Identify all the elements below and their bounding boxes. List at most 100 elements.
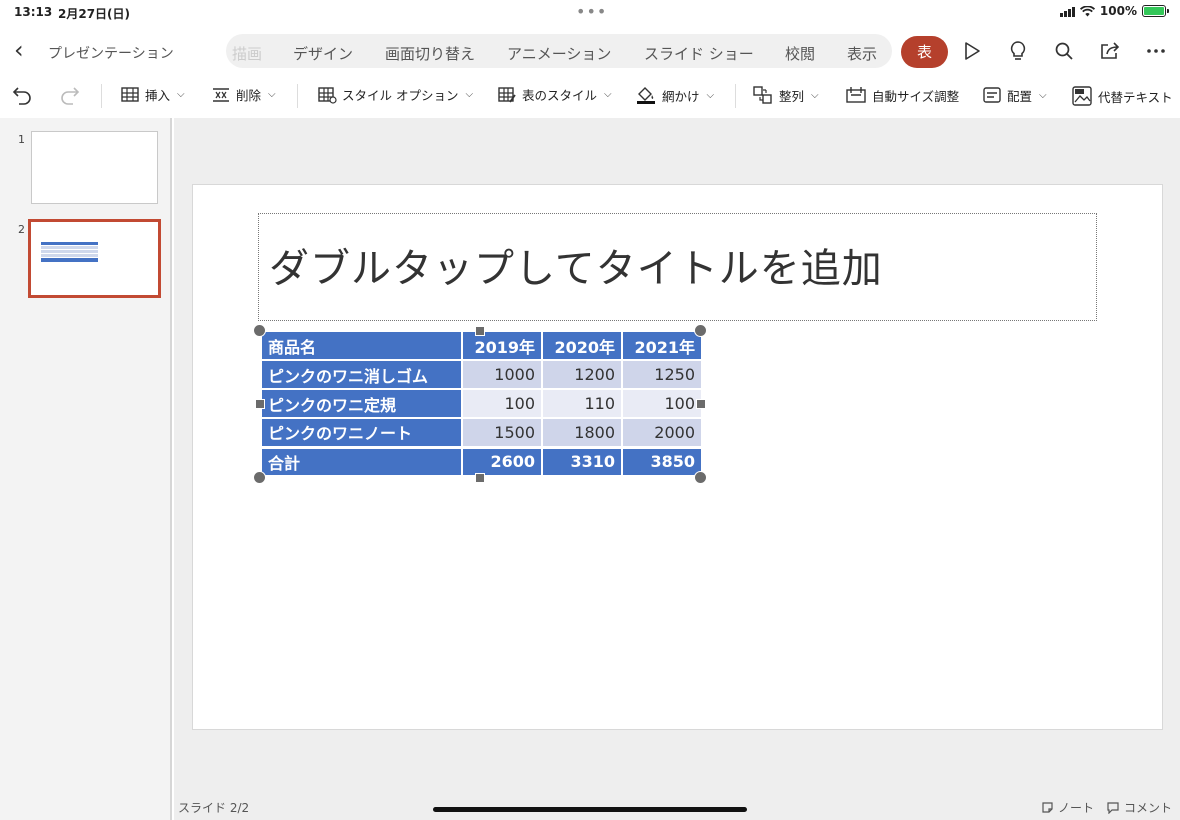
- multitask-dots-icon[interactable]: •••: [576, 2, 607, 21]
- tab-design[interactable]: デザイン: [293, 43, 353, 64]
- lightbulb-icon[interactable]: [1005, 38, 1031, 64]
- table-total-cell[interactable]: 2600: [461, 445, 543, 477]
- home-indicator[interactable]: [433, 807, 747, 812]
- table-total-cell[interactable]: 3850: [621, 445, 703, 477]
- style-options-label: スタイル オプション: [342, 88, 459, 103]
- table-header-cell[interactable]: 2021年: [621, 330, 703, 361]
- table-total-cell[interactable]: 3310: [541, 445, 623, 477]
- tab-animations[interactable]: アニメーション: [507, 43, 611, 64]
- table-row: ピンクのワニ定規 100 110 100: [260, 388, 703, 419]
- search-icon[interactable]: [1051, 38, 1077, 64]
- resize-handle-bottom-right[interactable]: [694, 471, 707, 484]
- arrange-label: 整列: [779, 88, 805, 104]
- ribbon-tab-bar: ‹ プレゼンテーション 描画 デザイン 画面切り替え アニメーション スライド …: [0, 28, 1180, 74]
- notes-icon: [1042, 802, 1053, 813]
- table-cell[interactable]: 2000: [621, 417, 703, 448]
- tab-draw[interactable]: 描画: [232, 43, 262, 64]
- toolbar-divider: [101, 84, 102, 108]
- comments-button[interactable]: コメント: [1106, 799, 1172, 816]
- table-styles-label: 表のスタイル: [522, 88, 598, 103]
- shading-button[interactable]: 網かけ ⌵: [635, 85, 714, 105]
- mini-table-preview: [41, 242, 98, 262]
- table-cell[interactable]: ピンクのワニ定規: [260, 388, 463, 419]
- data-table[interactable]: 商品名 2019年 2020年 2021年 ピンクのワニ消しゴム 1000 12…: [260, 330, 703, 477]
- thumbnail-number: 1: [18, 133, 25, 146]
- title-placeholder[interactable]: ダブルタップしてタイトルを追加: [258, 213, 1097, 321]
- align-button[interactable]: 配置 ⌵: [982, 85, 1047, 105]
- table-cell[interactable]: ピンクのワニノート: [260, 417, 463, 448]
- autofit-button[interactable]: 自動サイズ調整: [845, 85, 959, 105]
- shading-label: 網かけ: [662, 88, 700, 104]
- resize-handle-bottom[interactable]: [475, 473, 485, 483]
- alt-text-label: 代替テキスト: [1098, 89, 1173, 105]
- table-cell[interactable]: 1250: [621, 359, 703, 390]
- more-icon[interactable]: [1143, 38, 1169, 64]
- table-styles-button[interactable]: 表のスタイル ⌵: [497, 85, 612, 104]
- ribbon-tabs: 描画 デザイン 画面切り替え アニメーション スライド ショー 校閲 表示: [226, 34, 892, 68]
- table-toolbar: 挿入 ⌵ 削除 ⌵ スタイル オプション ⌵ 表のスタイル ⌵ 網かけ ⌵ 整列 ⌵ 自動サ…: [0, 76, 1180, 116]
- table-header-cell[interactable]: 商品名: [260, 330, 463, 361]
- notes-label: ノート: [1057, 801, 1094, 815]
- play-icon[interactable]: [959, 38, 985, 64]
- status-indicators: 100%: [1059, 4, 1169, 18]
- toolbar-divider: [297, 84, 298, 108]
- tab-table[interactable]: 表: [901, 36, 948, 68]
- resize-handle-bottom-left[interactable]: [253, 471, 266, 484]
- tab-view[interactable]: 表示: [847, 43, 877, 64]
- alt-text-button[interactable]: 代替テキスト: [1071, 85, 1173, 107]
- slide-thumbnail-1[interactable]: [31, 131, 158, 204]
- delete-label: 削除: [236, 88, 262, 103]
- status-bar: 13:13 2月27日(日) ••• 100%: [0, 0, 1180, 24]
- alt-text-icon: [1072, 86, 1092, 106]
- resize-handle-left[interactable]: [255, 399, 265, 409]
- table-cell[interactable]: 1500: [461, 417, 543, 448]
- wifi-icon: [1079, 5, 1095, 16]
- slide-canvas-area: ダブルタップしてタイトルを追加 商品名 2019年 2020年 2021年 ピン…: [174, 118, 1180, 820]
- comment-icon: [1107, 802, 1119, 814]
- table-total-cell[interactable]: 合計: [260, 445, 463, 477]
- table-cell[interactable]: 1000: [461, 359, 543, 390]
- insert-label: 挿入: [145, 88, 171, 103]
- table-cell[interactable]: 110: [541, 388, 623, 419]
- table-options-icon: [318, 86, 337, 104]
- back-chevron-icon[interactable]: ‹: [14, 38, 24, 62]
- insert-button[interactable]: 挿入 ⌵: [120, 85, 185, 104]
- document-title[interactable]: プレゼンテーション: [48, 43, 174, 63]
- table-cell[interactable]: 1200: [541, 359, 623, 390]
- thumbnail-number: 2: [18, 223, 25, 236]
- arrange-icon: [753, 86, 772, 104]
- table-row: ピンクのワニノート 1500 1800 2000: [260, 417, 703, 448]
- redo-icon[interactable]: [58, 85, 80, 105]
- resize-handle-top-right[interactable]: [694, 324, 707, 337]
- undo-icon[interactable]: [12, 85, 34, 105]
- battery-percent: 100%: [1099, 4, 1137, 18]
- align-icon: [983, 87, 1001, 103]
- battery-icon: [1142, 5, 1169, 17]
- share-icon[interactable]: [1097, 38, 1123, 64]
- autofit-label: 自動サイズ調整: [872, 88, 960, 104]
- tab-review[interactable]: 校閲: [785, 43, 815, 64]
- notes-button[interactable]: ノート: [1041, 799, 1094, 816]
- slide-thumbnail-2[interactable]: [28, 219, 161, 298]
- status-date: 2月27日(日): [58, 7, 131, 21]
- table-cell[interactable]: 1800: [541, 417, 623, 448]
- cellular-signal-icon: [1059, 6, 1075, 17]
- delete-button[interactable]: 削除 ⌵: [211, 85, 276, 104]
- resize-handle-top-left[interactable]: [253, 324, 266, 337]
- table-cell[interactable]: ピンクのワニ消しゴム: [260, 359, 463, 390]
- resize-handle-top[interactable]: [475, 326, 485, 336]
- tab-slideshow[interactable]: スライド ショー: [644, 43, 754, 64]
- slide[interactable]: ダブルタップしてタイトルを追加 商品名 2019年 2020年 2021年 ピン…: [192, 184, 1163, 730]
- arrange-button[interactable]: 整列 ⌵: [752, 85, 819, 105]
- tab-transitions[interactable]: 画面切り替え: [385, 43, 475, 64]
- style-options-button[interactable]: スタイル オプション ⌵: [317, 85, 473, 104]
- slide-thumbnail-panel: 1 2: [0, 118, 172, 820]
- resize-handle-right[interactable]: [696, 399, 706, 409]
- table-header-cell[interactable]: 2020年: [541, 330, 623, 361]
- table-insert-icon: [121, 86, 139, 102]
- table-cell[interactable]: 100: [461, 388, 543, 419]
- align-label: 配置: [1007, 88, 1033, 104]
- table-cell[interactable]: 100: [621, 388, 703, 419]
- status-time: 13:13: [14, 5, 53, 19]
- table-header-cell[interactable]: 2019年: [461, 330, 543, 361]
